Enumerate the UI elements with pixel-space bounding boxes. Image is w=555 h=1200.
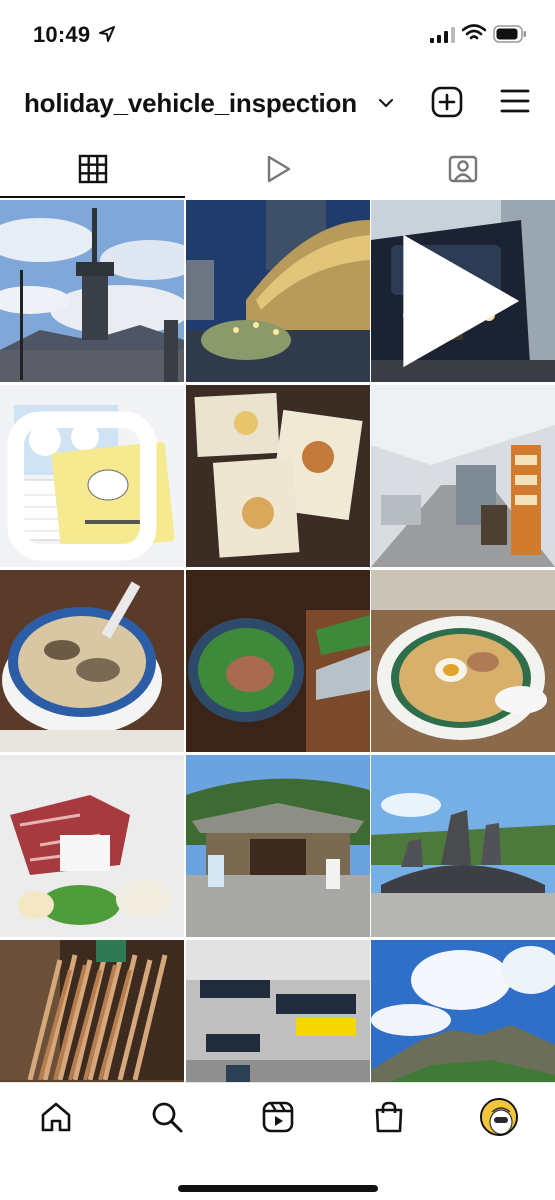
stone-statues-photo (371, 755, 555, 937)
horse-sashimi-photo (0, 755, 184, 937)
ramen-egg-photo (371, 570, 555, 752)
create-post-button[interactable] (431, 86, 463, 118)
status-bar: 10:49 (0, 0, 555, 70)
fish-dish-photo (186, 570, 370, 752)
post-thumbnail[interactable] (0, 385, 184, 567)
tab-grid[interactable] (0, 140, 185, 198)
chopsticks-photo (0, 940, 184, 1082)
cellular-signal-icon (430, 27, 455, 43)
carousel-badge-icon (7, 411, 157, 561)
post-thumbnail[interactable] (0, 200, 184, 382)
grid-icon (78, 154, 107, 184)
nav-reels[interactable] (258, 1097, 298, 1137)
station-building-photo (186, 200, 370, 382)
post-thumbnail[interactable] (371, 755, 555, 937)
post-thumbnail[interactable] (371, 570, 555, 752)
shop-icon (375, 1101, 403, 1133)
search-icon (152, 1102, 183, 1133)
home-indicator (178, 1185, 378, 1192)
posts-grid (0, 200, 555, 1082)
ramen-bowl-photo (0, 570, 184, 752)
reels-icon (262, 1101, 294, 1133)
avatar[interactable] (480, 1098, 518, 1136)
volcano-photo (371, 940, 555, 1082)
tab-tagged[interactable] (370, 140, 555, 198)
post-thumbnail[interactable] (371, 385, 555, 567)
bottom-navigation (0, 1082, 555, 1200)
battery-icon (493, 25, 526, 43)
wifi-icon (462, 24, 486, 40)
home-icon (41, 1102, 71, 1132)
post-thumbnail[interactable] (186, 570, 370, 752)
profile-tabs (0, 140, 555, 198)
post-thumbnail[interactable] (186, 385, 370, 567)
tab-reels[interactable] (185, 140, 370, 198)
post-thumbnail[interactable] (186, 755, 370, 937)
profile-avatar-image (482, 1100, 516, 1134)
chevron-down-icon[interactable] (378, 97, 394, 109)
post-thumbnail[interactable] (186, 940, 370, 1082)
profile-header: holiday_vehicle_inspection (0, 78, 555, 130)
hamburger-menu-icon[interactable] (500, 88, 530, 114)
nav-search[interactable] (147, 1097, 187, 1137)
post-thumbnail[interactable] (0, 570, 184, 752)
location-arrow-icon (99, 26, 115, 42)
post-thumbnail[interactable] (371, 940, 555, 1082)
person-tag-icon (448, 155, 477, 183)
station-concourse-photo (371, 385, 555, 567)
nav-home[interactable] (36, 1097, 76, 1137)
account-username[interactable]: holiday_vehicle_inspection (24, 88, 357, 119)
beppu-tower-photo (0, 200, 184, 382)
post-thumbnail[interactable] (0, 755, 184, 937)
soup-packages-photo (186, 385, 370, 567)
post-thumbnail[interactable] (0, 940, 184, 1082)
station-signs-photo (186, 940, 370, 1082)
active-tab-indicator (0, 196, 185, 198)
status-time: 10:49 (33, 22, 91, 47)
play-icon (267, 155, 290, 183)
post-thumbnail[interactable] (371, 200, 555, 382)
reel-badge-icon (403, 234, 520, 368)
post-thumbnail[interactable] (186, 200, 370, 382)
nav-shop[interactable] (369, 1097, 409, 1137)
shrine-photo (186, 755, 370, 937)
